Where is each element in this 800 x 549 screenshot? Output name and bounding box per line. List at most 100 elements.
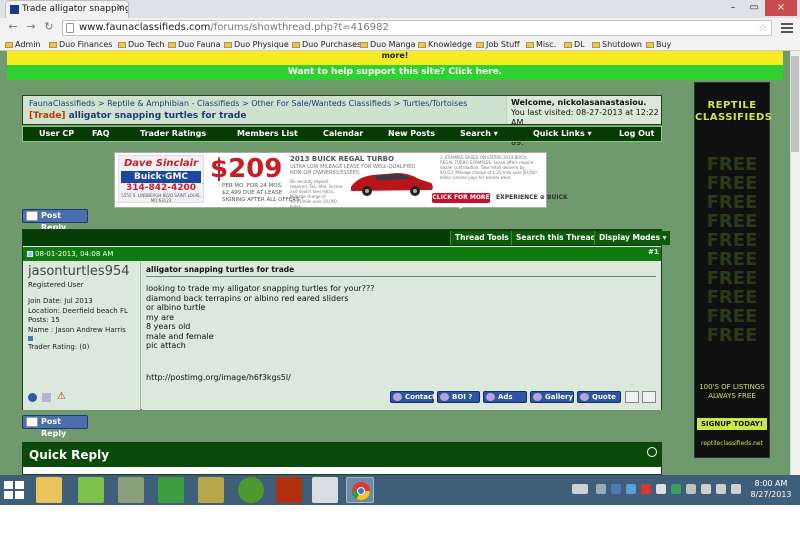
nav-calendar[interactable]: Calendar — [323, 127, 363, 141]
contact-button[interactable]: Contact — [390, 391, 436, 403]
ad-click-for-more-button[interactable]: CLICK FOR MORE ▸ — [432, 193, 490, 211]
tab-close-icon[interactable]: × — [116, 3, 124, 13]
promo-banner[interactable]: more! — [7, 51, 783, 65]
nav-user-cp[interactable]: User CP — [39, 127, 74, 141]
tray-icon-3[interactable] — [626, 484, 636, 494]
folder-icon — [418, 42, 426, 48]
reload-icon[interactable]: ↻ — [42, 20, 56, 34]
close-window-button[interactable]: × — [765, 0, 797, 16]
nav-log-out[interactable]: Log Out — [619, 127, 654, 141]
display-modes-menu[interactable]: Display Modes ▾ — [594, 231, 671, 245]
quick-reply-header: Quick Reply — [23, 443, 661, 467]
file-explorer-icon[interactable] — [36, 477, 62, 503]
report-post-icon[interactable]: ⚠ — [57, 391, 66, 402]
minimize-button[interactable]: – — [723, 0, 743, 16]
side-ad-url[interactable]: reptileclassifieds.net — [695, 440, 769, 447]
quote-button[interactable]: Quote — [577, 391, 621, 403]
bookmark-job-stuff[interactable]: Job Stuff — [476, 38, 520, 51]
forward-arrow-icon[interactable]: → — [24, 20, 38, 34]
flag-icon[interactable] — [686, 484, 696, 494]
reputation-icon — [28, 336, 33, 341]
post-reply-button-top[interactable]: Post Reply — [22, 209, 88, 232]
ad-price: $209 — [210, 154, 283, 184]
tray-icon-4[interactable] — [641, 484, 651, 494]
app-calculator-icon[interactable] — [118, 477, 144, 503]
post-body: looking to trade my alligator snapping t… — [146, 284, 375, 350]
thread-title[interactable]: alligator snapping turtles for trade — [69, 111, 247, 121]
chrome-taskbar-icon[interactable] — [346, 477, 374, 503]
thread-tools-menu[interactable]: Thread Tools ▾ — [450, 231, 520, 245]
gallery-button[interactable]: Gallery — [530, 391, 574, 403]
bookmark-star-icon[interactable]: ☆ — [758, 21, 768, 34]
app-chart-icon[interactable] — [158, 477, 184, 503]
folder-icon — [360, 42, 368, 48]
nav-members-list[interactable]: Members List — [237, 127, 298, 141]
chrome-menu-icon[interactable] — [780, 21, 794, 34]
post-image-link[interactable]: http://postimg.org/image/h6f3kgs5l/ — [146, 373, 291, 382]
post-number-link[interactable]: #1 — [648, 248, 659, 256]
tray-icon-1[interactable] — [596, 484, 606, 494]
bookmark-duo-finances[interactable]: Duo Finances — [49, 38, 112, 51]
bookmark-duo-tech[interactable]: Duo Tech — [118, 38, 165, 51]
ad-fine-print: 1. EXAMPLE BASED ON ENTIRE 2013 BUICK RE… — [440, 155, 537, 180]
app-green-icon[interactable] — [78, 477, 104, 503]
battery-icon[interactable] — [716, 484, 726, 494]
side-ad-signup-button[interactable]: SIGNUP TODAY! — [697, 418, 767, 430]
breadcrumb-path[interactable]: FaunaClassifieds > Reptile & Amphibian -… — [29, 99, 506, 108]
tab-title: Trade alligator snapping t — [22, 4, 129, 14]
welcome-greeting[interactable]: Welcome, nickolasanastasiou. — [511, 98, 646, 107]
ads-button[interactable]: Ads — [483, 391, 527, 403]
nav-faq[interactable]: FAQ — [92, 127, 110, 141]
address-bar[interactable]: www.faunaclassifieds.com/forums/showthre… — [62, 20, 772, 36]
taskbar-clock[interactable]: 8:00 AM 8/27/2013 — [748, 478, 794, 500]
bookmark-admin[interactable]: Admin — [5, 38, 41, 51]
app-calc-icon[interactable] — [312, 477, 338, 503]
bookmark-dl[interactable]: DL — [564, 38, 585, 51]
bookmark-misc[interactable]: Misc. — [526, 38, 556, 51]
bookmark-shutdown[interactable]: Shutdown — [592, 38, 642, 51]
app-flame-icon[interactable] — [238, 477, 264, 503]
quick-reply-icon[interactable] — [642, 391, 656, 403]
bluetooth-icon[interactable] — [611, 484, 621, 494]
bookmark-duo-physique[interactable]: Duo Physique — [224, 38, 289, 51]
app-network-icon[interactable] — [198, 477, 224, 503]
reply-icon — [26, 211, 38, 221]
start-windows-icon[interactable] — [4, 480, 26, 500]
scrollbar-thumb[interactable] — [791, 56, 799, 152]
tray-icon-5[interactable] — [656, 484, 666, 494]
bookmark-duo-manga[interactable]: Duo Manga — [360, 38, 416, 51]
post-date-bar: 08-01-2013, 04:08 AM — [23, 247, 661, 261]
online-status-icon — [28, 393, 37, 402]
user-actions-icon[interactable] — [42, 393, 51, 402]
side-ad-watermark: FREE FREE FREE FREE FREE FREE FREE FREE … — [706, 154, 758, 346]
bookmark-buy[interactable]: Buy — [646, 38, 671, 51]
folder-icon — [118, 42, 126, 48]
post-reply-button-bottom[interactable]: Post Reply — [22, 415, 88, 438]
search-thread-menu[interactable]: Search this Thread ▾ — [511, 231, 607, 245]
back-arrow-icon[interactable]: ← — [6, 20, 20, 34]
multi-quote-icon[interactable] — [625, 391, 639, 403]
browser-tab[interactable]: Trade alligator snapping t × — [5, 0, 129, 18]
bookmark-duo-purchases[interactable]: Duo Purchases — [292, 38, 361, 51]
post-username[interactable]: jasonturtles954 — [28, 264, 130, 279]
nav-new-posts[interactable]: New Posts — [388, 127, 435, 141]
folder-icon — [526, 42, 534, 48]
boi-button[interactable]: BOI ? — [437, 391, 480, 403]
nav-trader-ratings[interactable]: Trader Ratings — [140, 127, 206, 141]
nav-search[interactable]: Search ▾ — [460, 127, 498, 141]
page-icon — [66, 23, 74, 33]
bookmark-duo-fauna[interactable]: Duo Fauna — [168, 38, 220, 51]
tray-icon-6[interactable] — [671, 484, 681, 494]
volume-icon[interactable] — [731, 484, 741, 494]
bookmark-knowledge[interactable]: Knowledge — [418, 38, 472, 51]
app-game-icon[interactable] — [276, 477, 302, 503]
reply-icon — [26, 417, 38, 427]
user-title: Registered User — [28, 281, 84, 289]
nav-quick-links[interactable]: Quick Links ▾ — [533, 127, 592, 141]
keyboard-icon[interactable] — [572, 484, 588, 494]
maximize-button[interactable]: ▭ — [744, 0, 764, 16]
support-banner[interactable]: Want to help support this site? Click he… — [7, 65, 783, 80]
collapse-icon[interactable] — [647, 447, 657, 457]
folder-icon — [292, 42, 300, 48]
network-icon[interactable] — [701, 484, 711, 494]
